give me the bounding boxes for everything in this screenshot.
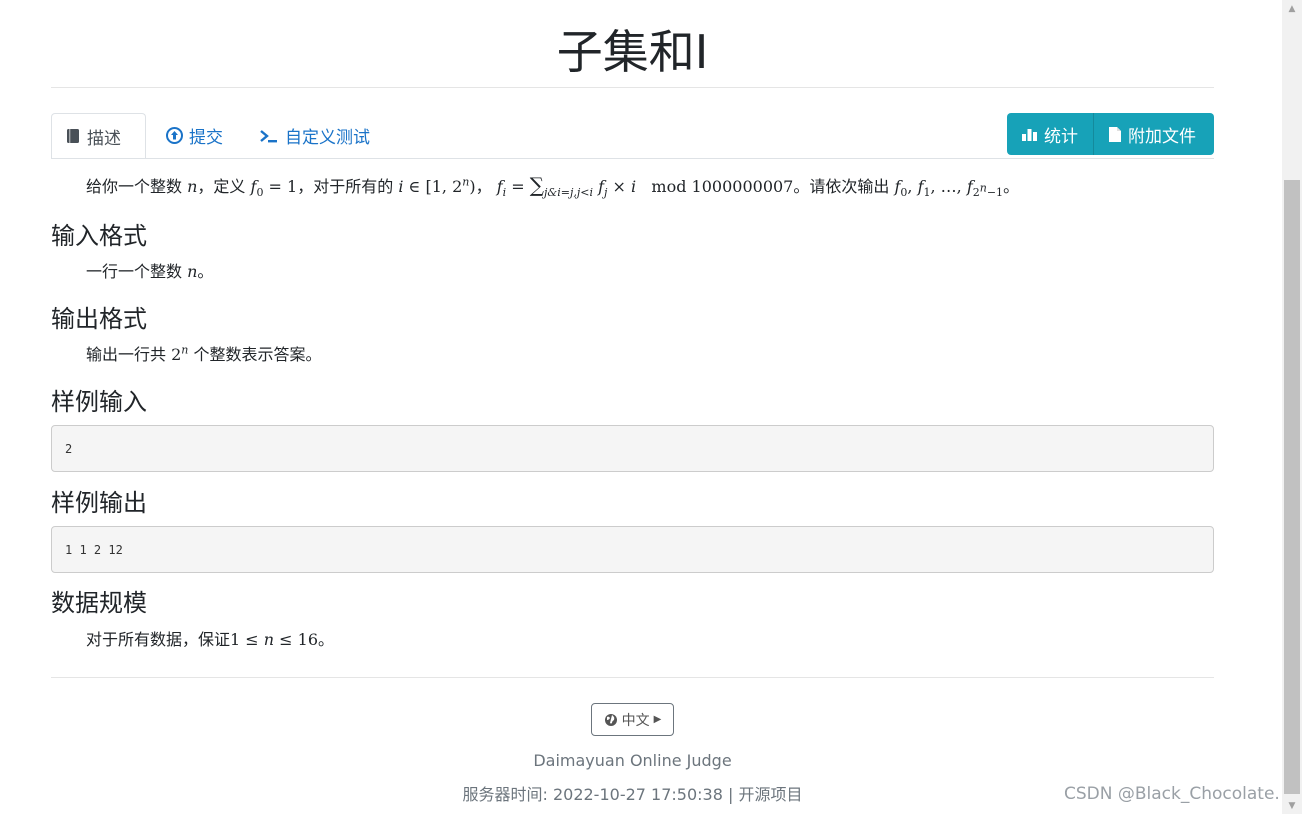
watermark: CSDN @Black_Chocolate.: [1064, 784, 1280, 804]
input-format-heading: 输入格式: [51, 222, 147, 250]
bar-chart-icon: [1022, 128, 1037, 141]
language-label: 中文: [621, 712, 650, 729]
sample-input-heading: 样例输入: [51, 388, 147, 416]
tab-submit-label: 提交: [189, 128, 223, 148]
data-range-heading: 数据规模: [51, 589, 147, 617]
attachments-button-label: 附加文件: [1128, 126, 1196, 147]
scroll-up-icon[interactable]: ▲: [1282, 0, 1302, 17]
footer-meta: 服务器时间: 2022-10-27 17:50:38 | 开源项目: [51, 781, 1214, 805]
sample-output-value: 1 1 2 12: [65, 542, 123, 557]
book-icon: [67, 129, 79, 143]
site-name: Daimayuan Online Judge: [533, 751, 732, 770]
scrollbar-thumb[interactable]: [1284, 180, 1300, 794]
globe-icon: [604, 713, 617, 726]
sample-output-heading: 样例输出: [51, 489, 147, 517]
tabs-baseline: [51, 158, 1214, 159]
output-format-heading: 输出格式: [51, 305, 147, 333]
tab-custom-test[interactable]: 自定义测试: [245, 113, 385, 158]
language-dropdown[interactable]: 中文 ▶: [591, 703, 674, 736]
data-range-text: 对于所有数据，保证1 ≤ n ≤ 16。: [86, 630, 335, 649]
file-icon: [1109, 126, 1121, 142]
tab-custom-test-label: 自定义测试: [285, 128, 370, 148]
upload-circle-icon: [166, 127, 183, 144]
tab-description-label: 描述: [87, 128, 121, 149]
tab-submit[interactable]: 提交: [152, 113, 237, 158]
sample-input-value: 2: [65, 441, 73, 456]
terminal-icon: [260, 129, 277, 142]
page-title: 子集和I: [556, 25, 709, 79]
statistics-button[interactable]: 统计: [1007, 113, 1093, 155]
input-format-text: 一行一个整数 n。: [86, 262, 214, 281]
footer-separator: |: [728, 785, 734, 804]
problem-page: 子集和I 描述 提交 自定义测试 统计 附加文件 给你一个整数 n，定义 f0 …: [0, 0, 1282, 814]
sample-output-block[interactable]: 1 1 2 12: [51, 526, 1214, 573]
statistics-button-label: 统计: [1044, 126, 1078, 147]
tab-description[interactable]: 描述: [51, 113, 146, 159]
description-text: 给你一个整数 n，定义 f0 = 1，对于所有的 i ∈ [1, 2n)， fi…: [86, 173, 1020, 200]
caret-right-icon: ▶: [653, 714, 662, 725]
attachments-button[interactable]: 附加文件: [1093, 113, 1214, 155]
title-divider: [51, 87, 1214, 88]
scroll-down-icon[interactable]: ▼: [1282, 797, 1302, 814]
open-source-link[interactable]: 开源项目: [738, 785, 802, 804]
server-time: 服务器时间: 2022-10-27 17:50:38: [462, 785, 723, 804]
sample-input-block[interactable]: 2: [51, 425, 1214, 472]
output-format-text: 输出一行共 2n 个整数表示答案。: [86, 343, 322, 364]
footer-divider: [51, 677, 1214, 678]
